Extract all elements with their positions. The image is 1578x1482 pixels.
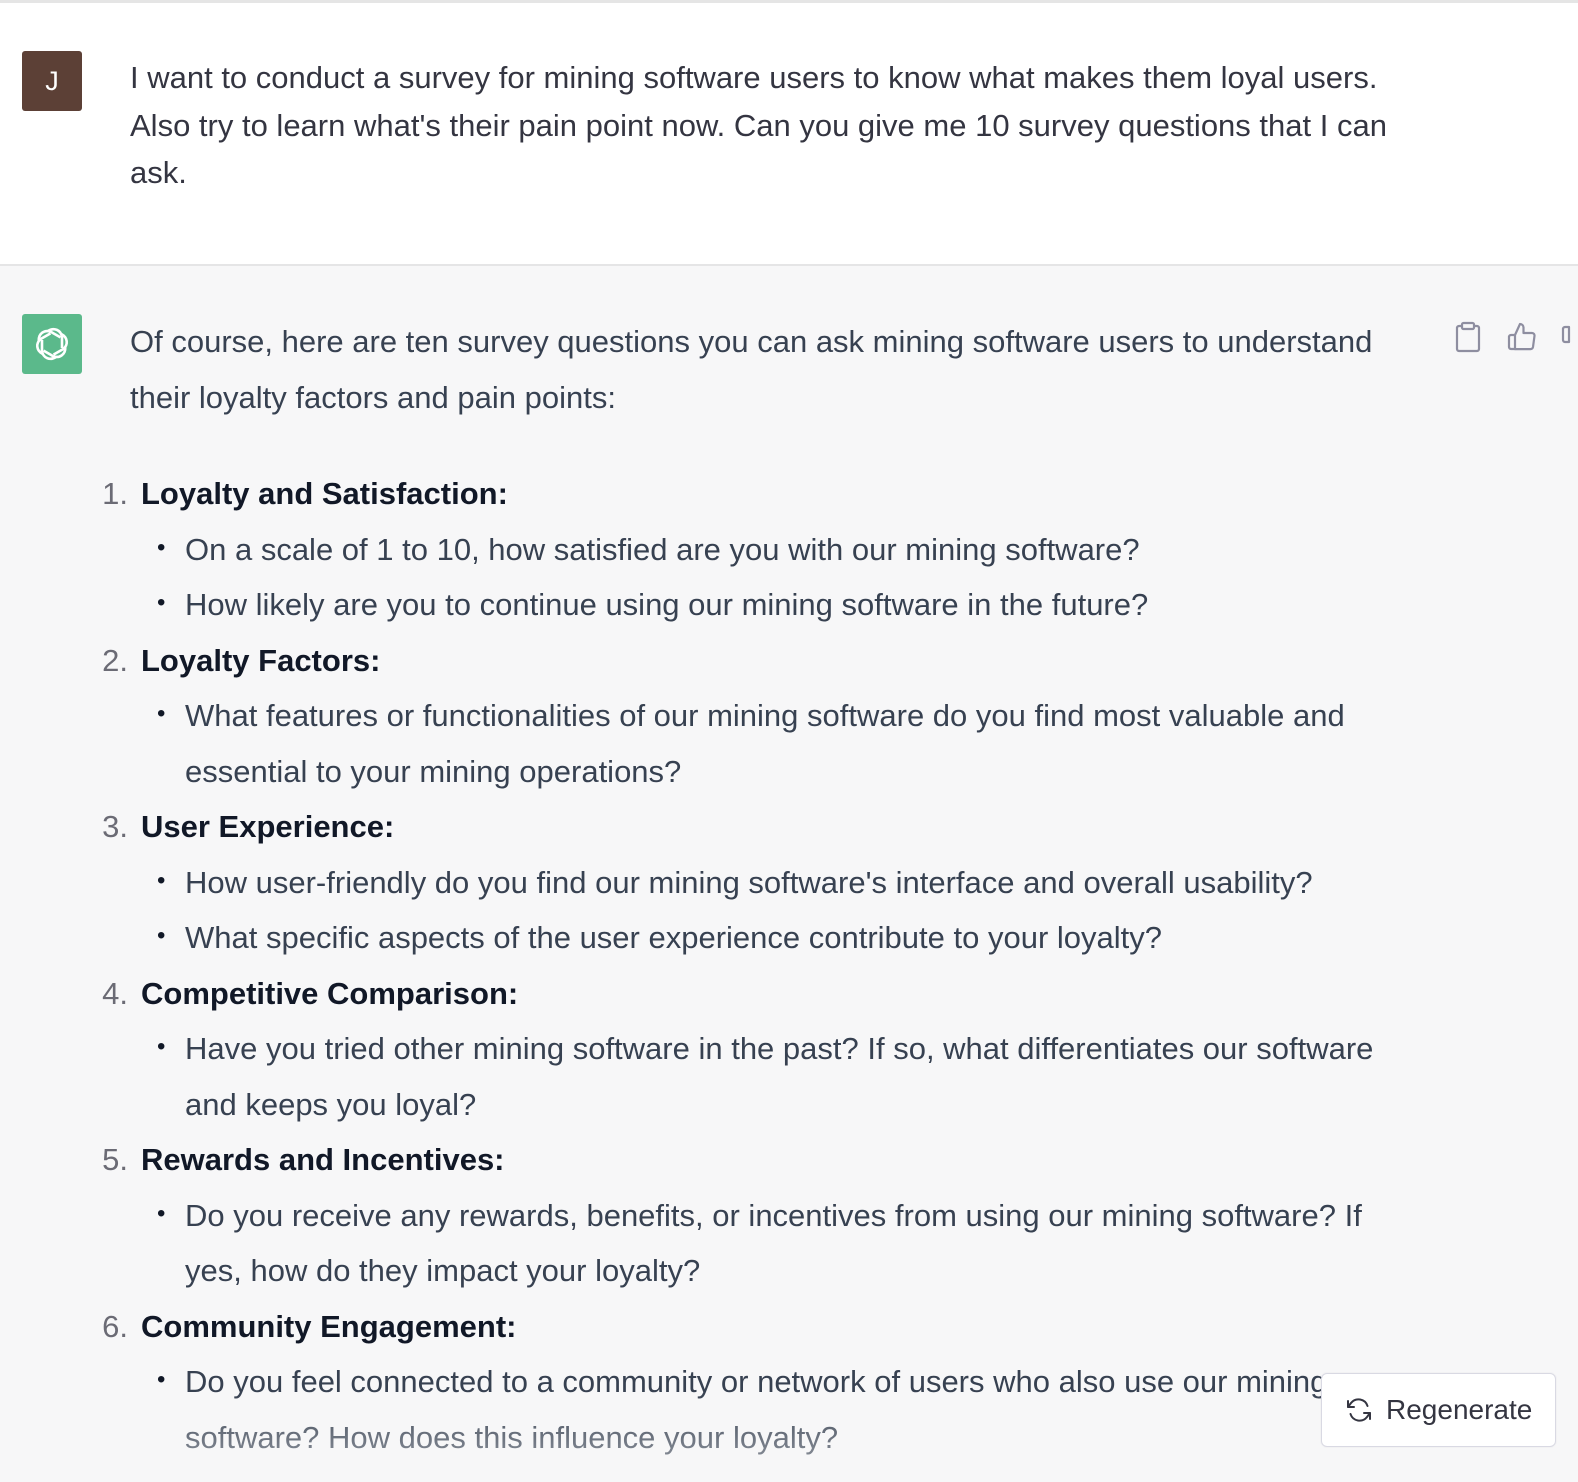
list-item-heading: 6. Community Engagement: <box>0 1299 1578 1355</box>
list-item-question: What features or functionalities of our … <box>0 686 1420 799</box>
list-item-title: Community Engagement: <box>141 1308 517 1344</box>
list-item-number: 3. <box>102 809 128 844</box>
list-item-number: 1. <box>102 476 128 511</box>
list-item-title: Rewards and Incentives: <box>141 1142 505 1177</box>
message-actions <box>1452 320 1538 354</box>
user-avatar: J <box>22 51 82 111</box>
list-item: 2. Loyalty Factors: What features or funct… <box>0 633 1578 800</box>
regenerate-button[interactable]: Regenerate <box>1321 1373 1556 1447</box>
assistant-intro-text: Of course, here are ten survey questions… <box>130 324 1373 415</box>
list-item-title: User Experience: <box>141 809 395 844</box>
thumbs-down-icon <box>1561 325 1571 344</box>
list-item-question: What specific aspects of the user experi… <box>0 908 1420 966</box>
survey-question-list: 1. Loyalty and Satisfaction: On a scale of… <box>0 466 1578 1465</box>
copy-button[interactable] <box>1452 320 1484 354</box>
thumbs-up-icon <box>1507 322 1536 351</box>
user-message-text: I want to conduct a survey for mining so… <box>130 60 1387 190</box>
regenerate-label: Regenerate <box>1386 1394 1533 1425</box>
list-item-number: 6. <box>102 1308 128 1344</box>
list-item-number: 2. <box>102 642 128 678</box>
list-item-title: Loyalty Factors: <box>141 642 381 678</box>
assistant-message: Of course, here are ten survey questions… <box>0 266 1578 1482</box>
list-item-title: Competitive Comparison: <box>141 975 519 1011</box>
list-item-number: 5. <box>102 1142 128 1177</box>
list-item-title: Loyalty and Satisfaction: <box>141 476 508 511</box>
refresh-icon <box>1347 1398 1371 1422</box>
thumbs-down-button[interactable] <box>1560 324 1578 354</box>
list-item-question: How user-friendly do you find our mining… <box>0 853 1420 911</box>
user-avatar-letter: J <box>45 65 59 96</box>
list-item-heading: 1. Loyalty and Satisfaction: <box>0 466 1578 522</box>
list-item: 1. Loyalty and Satisfaction: On a scale of… <box>0 466 1578 633</box>
openai-logo-icon <box>36 327 68 361</box>
list-item: 3. User Experience: How user-friendly do y… <box>0 799 1578 966</box>
list-item-heading: 4. Competitive Comparison: <box>0 966 1578 1022</box>
list-item-question: Do you receive any rewards, benefits, or… <box>0 1186 1420 1299</box>
list-item: 5. Rewards and Incentives: Do you receive … <box>0 1132 1578 1299</box>
list-item-heading: 5. Rewards and Incentives: <box>0 1132 1578 1188</box>
user-message: J I want to conduct a survey for mining … <box>0 3 1578 266</box>
list-item-question: How likely are you to continue using our… <box>0 575 1420 633</box>
thumbs-up-button[interactable] <box>1506 320 1538 354</box>
list-item-question: Do you feel connected to a community or … <box>0 1352 1420 1465</box>
list-item-number: 4. <box>102 975 128 1011</box>
list-item-question: On a scale of 1 to 10, how satisfied are… <box>0 520 1420 578</box>
list-item: 4. Competitive Comparison: Have you tried … <box>0 966 1578 1133</box>
list-item-heading: 2. Loyalty Factors: <box>0 633 1578 689</box>
list-item-question: Have you tried other mining software in … <box>0 1019 1420 1132</box>
assistant-avatar <box>22 314 82 374</box>
clipboard-icon <box>1455 321 1481 353</box>
list-item-heading: 3. User Experience: <box>0 799 1578 855</box>
